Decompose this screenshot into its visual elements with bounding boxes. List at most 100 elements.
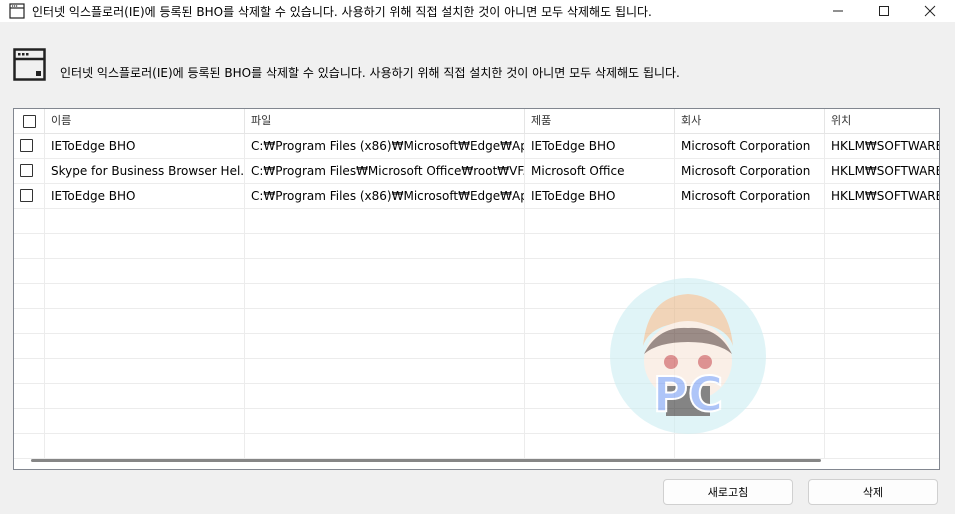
empty-cell bbox=[14, 434, 45, 458]
maximize-button[interactable] bbox=[861, 0, 907, 22]
refresh-button[interactable]: 새로고침 bbox=[663, 479, 793, 505]
empty-table-row bbox=[14, 434, 939, 459]
empty-cell bbox=[14, 384, 45, 408]
cell-product: IEToEdge BHO bbox=[525, 184, 675, 208]
empty-cell bbox=[675, 234, 825, 258]
empty-cell bbox=[825, 434, 939, 458]
empty-cell bbox=[45, 309, 245, 333]
cell-company: Microsoft Corporation bbox=[675, 184, 825, 208]
empty-cell bbox=[825, 334, 939, 358]
column-header-location[interactable]: 위치 bbox=[825, 109, 939, 133]
empty-cell bbox=[45, 234, 245, 258]
empty-table-row bbox=[14, 309, 939, 334]
empty-cell bbox=[245, 209, 525, 233]
app-window-icon bbox=[9, 3, 25, 19]
empty-cell bbox=[245, 409, 525, 433]
empty-cell bbox=[525, 209, 675, 233]
empty-cell bbox=[525, 434, 675, 458]
cell-location: HKLM₩SOFTWARE₩ bbox=[831, 139, 939, 153]
empty-cell bbox=[825, 359, 939, 383]
empty-cell bbox=[45, 284, 245, 308]
close-button[interactable] bbox=[907, 0, 953, 22]
empty-cell bbox=[14, 284, 45, 308]
empty-cell bbox=[825, 409, 939, 433]
empty-cell bbox=[825, 259, 939, 283]
cell-product: IEToEdge BHO bbox=[525, 134, 675, 158]
row-checkbox-cell bbox=[14, 134, 45, 158]
empty-table-row bbox=[14, 284, 939, 309]
cell-company: Microsoft Corporation bbox=[675, 134, 825, 158]
header-message: 인터넷 익스플로러(IE)에 등록된 BHO를 삭제할 수 있습니다. 사용하기… bbox=[60, 66, 680, 80]
empty-cell bbox=[14, 309, 45, 333]
minimize-button[interactable] bbox=[815, 0, 861, 22]
empty-cell bbox=[245, 434, 525, 458]
row-checkbox[interactable] bbox=[20, 189, 33, 202]
empty-table-row bbox=[14, 334, 939, 359]
cell-location: HKLM₩SOFTWARE₩ bbox=[831, 189, 939, 203]
empty-table-row bbox=[14, 409, 939, 434]
empty-cell bbox=[45, 334, 245, 358]
column-header-product[interactable]: 제품 bbox=[525, 109, 675, 133]
empty-cell bbox=[245, 284, 525, 308]
empty-table-row bbox=[14, 359, 939, 384]
bho-list-table[interactable]: 이름 파일 제품 회사 위치 IEToEdge BHO C:₩Program F… bbox=[13, 108, 940, 470]
empty-cell bbox=[675, 209, 825, 233]
empty-table-row bbox=[14, 259, 939, 284]
empty-cell bbox=[14, 359, 45, 383]
delete-button[interactable]: 삭제 bbox=[808, 479, 938, 505]
empty-cell bbox=[825, 209, 939, 233]
horizontal-scrollbar-thumb[interactable] bbox=[31, 459, 821, 462]
empty-cell bbox=[45, 259, 245, 283]
empty-cell bbox=[45, 409, 245, 433]
cell-file: C:₩Program Files (x86)₩Microsoft₩Edge₩Ap… bbox=[245, 134, 525, 158]
empty-cell bbox=[45, 209, 245, 233]
table-row[interactable]: IEToEdge BHO C:₩Program Files (x86)₩Micr… bbox=[14, 184, 939, 209]
empty-table-row bbox=[14, 209, 939, 234]
empty-cell bbox=[825, 234, 939, 258]
watermark-text: PC bbox=[653, 367, 723, 423]
table-header: 이름 파일 제품 회사 위치 bbox=[14, 109, 939, 134]
select-all-checkbox[interactable] bbox=[23, 115, 36, 128]
empty-cell bbox=[45, 434, 245, 458]
empty-cell bbox=[245, 384, 525, 408]
maximize-icon bbox=[879, 6, 889, 16]
cell-location: HKLM₩SOFTWARE₩ bbox=[831, 164, 939, 178]
row-checkbox[interactable] bbox=[20, 139, 33, 152]
cell-name: IEToEdge BHO bbox=[45, 184, 245, 208]
cell-product: Microsoft Office bbox=[525, 159, 675, 183]
empty-cell bbox=[825, 309, 939, 333]
browser-window-icon bbox=[13, 48, 46, 81]
empty-cell bbox=[825, 384, 939, 408]
column-header-file[interactable]: 파일 bbox=[245, 109, 525, 133]
column-header-name[interactable]: 이름 bbox=[45, 109, 245, 133]
select-all-cell bbox=[14, 109, 45, 133]
close-icon bbox=[924, 5, 936, 17]
cell-name: IEToEdge BHO bbox=[45, 134, 245, 158]
empty-cell bbox=[14, 409, 45, 433]
row-checkbox-cell bbox=[14, 184, 45, 208]
table-row[interactable]: IEToEdge BHO C:₩Program Files (x86)₩Micr… bbox=[14, 134, 939, 159]
minimize-icon bbox=[833, 10, 843, 12]
mascot-watermark-icon: PC bbox=[610, 278, 766, 434]
cell-company: Microsoft Corporation bbox=[675, 159, 825, 183]
empty-cell bbox=[675, 434, 825, 458]
row-checkbox[interactable] bbox=[20, 164, 33, 177]
column-header-company[interactable]: 회사 bbox=[675, 109, 825, 133]
cell-file: C:₩Program Files₩Microsoft Office₩root₩V… bbox=[245, 159, 525, 183]
empty-table-row bbox=[14, 384, 939, 409]
row-checkbox-cell bbox=[14, 159, 45, 183]
empty-cell bbox=[825, 284, 939, 308]
empty-cell bbox=[245, 309, 525, 333]
cell-file: C:₩Program Files (x86)₩Microsoft₩Edge₩Ap… bbox=[245, 184, 525, 208]
title-bar[interactable]: 인터넷 익스플로러(IE)에 등록된 BHO를 삭제할 수 있습니다. 사용하기… bbox=[0, 0, 955, 22]
empty-cell bbox=[245, 359, 525, 383]
empty-cell bbox=[14, 234, 45, 258]
empty-table-row bbox=[14, 234, 939, 259]
cell-name: Skype for Business Browser Hel... bbox=[45, 159, 245, 183]
empty-cell bbox=[45, 384, 245, 408]
empty-cell bbox=[45, 359, 245, 383]
table-row[interactable]: Skype for Business Browser Hel... C:₩Pro… bbox=[14, 159, 939, 184]
empty-cell bbox=[245, 259, 525, 283]
empty-cell bbox=[14, 334, 45, 358]
empty-cell bbox=[14, 259, 45, 283]
